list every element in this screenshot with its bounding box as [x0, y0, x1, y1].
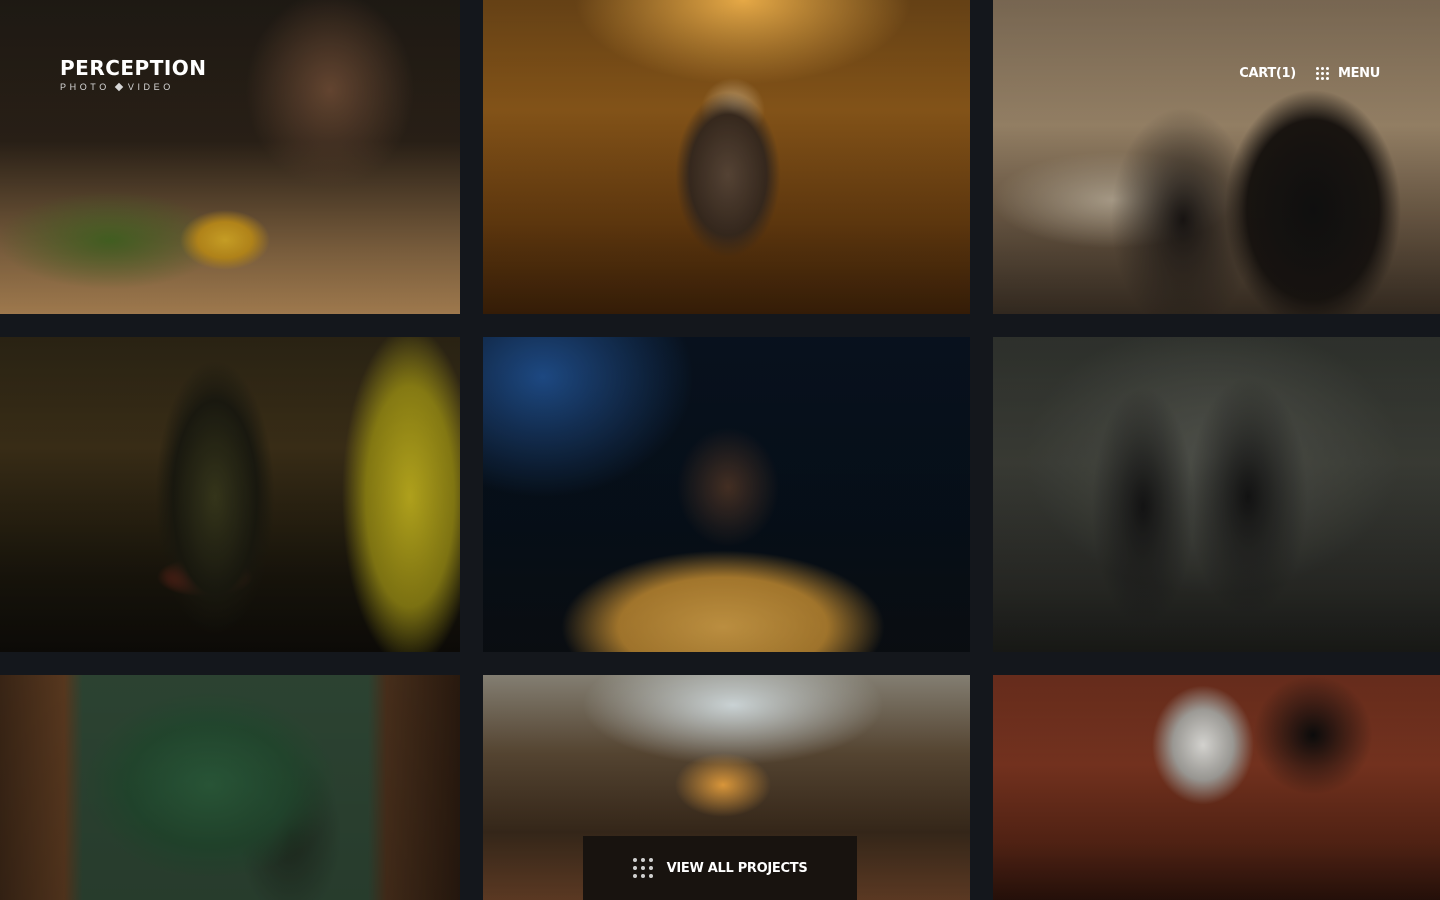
gallery-item-golden-retriever[interactable] — [483, 0, 970, 314]
top-navigation: CART(1) MENU — [1239, 66, 1380, 81]
gallery-item-studio-setup[interactable] — [993, 675, 1440, 900]
brand-tagline: PHOTO VIDEO — [60, 82, 207, 92]
gallery-item-woman-eating-cafe[interactable] — [0, 0, 460, 314]
menu-label: MENU — [1337, 66, 1380, 81]
diamond-icon — [114, 82, 124, 92]
menu-button[interactable]: MENU — [1315, 66, 1380, 81]
view-all-projects-button[interactable]: VIEW ALL PROJECTS — [583, 836, 857, 900]
grid-dots-icon — [632, 858, 653, 878]
brand-tagline-photo: PHOTO — [60, 82, 110, 92]
brand-tagline-video: VIDEO — [127, 82, 174, 92]
gallery-item-boxer[interactable] — [0, 337, 460, 652]
project-gallery — [0, 0, 1440, 900]
cart-button[interactable]: CART(1) — [1239, 66, 1296, 81]
gallery-item-man-michigan-sweater[interactable] — [483, 337, 970, 652]
gallery-item-fashion-duo[interactable] — [993, 337, 1440, 652]
gallery-item-couple-champagne[interactable] — [993, 0, 1440, 314]
view-all-projects-label: VIEW ALL PROJECTS — [666, 860, 808, 876]
gallery-item-subway[interactable] — [0, 675, 460, 900]
grid-dots-icon — [1315, 67, 1329, 80]
brand-name: PERCEPTION — [60, 56, 207, 80]
brand-logo[interactable]: PERCEPTION PHOTO VIDEO — [60, 58, 207, 92]
